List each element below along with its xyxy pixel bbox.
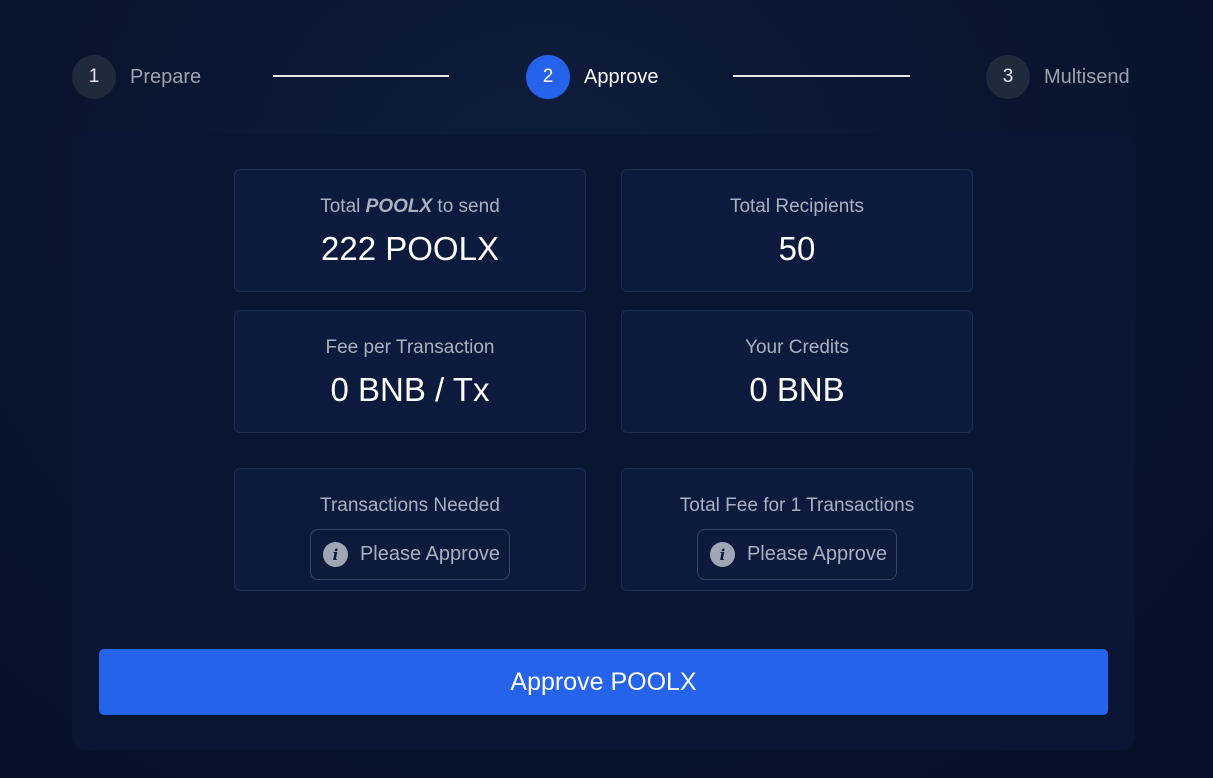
card-value: 50 bbox=[778, 230, 816, 267]
step-number: 3 bbox=[986, 55, 1030, 99]
step-label: Multisend bbox=[1044, 65, 1130, 88]
card-value: 0 BNB bbox=[749, 371, 845, 408]
please-approve-badge: i Please Approve bbox=[309, 529, 511, 580]
step-connector bbox=[733, 75, 910, 77]
total-fee-card: Total Fee for 1 Transactions i Please Ap… bbox=[621, 468, 973, 591]
step-number: 2 bbox=[526, 55, 570, 99]
transactions-needed-card: Transactions Needed i Please Approve bbox=[234, 468, 586, 591]
step-multisend: 3 Multisend bbox=[986, 55, 1130, 99]
stepper: 1 Prepare 2 Approve 3 Multisend bbox=[0, 0, 1213, 140]
please-approve-badge: i Please Approve bbox=[696, 529, 898, 580]
card-label: Total Recipients bbox=[729, 196, 865, 217]
step-prepare: 1 Prepare bbox=[72, 55, 201, 99]
info-icon: i bbox=[322, 542, 348, 567]
step-approve: 2 Approve bbox=[526, 55, 659, 99]
badge-text: Please Approve bbox=[359, 543, 501, 565]
step-connector bbox=[273, 75, 449, 77]
token-symbol: POOLX bbox=[365, 196, 433, 217]
step-number: 1 bbox=[72, 55, 116, 99]
info-icon: i bbox=[709, 542, 735, 567]
step-label: Prepare bbox=[130, 65, 202, 88]
card-value: 0 BNB / Tx bbox=[330, 371, 490, 408]
your-credits-card: Your Credits 0 BNB bbox=[621, 310, 973, 433]
total-to-send-card: Total POOLX to send 222 POOLX bbox=[234, 169, 586, 292]
card-label: Total POOLX to send bbox=[320, 196, 500, 217]
approve-button[interactable]: Approve POOLX bbox=[99, 649, 1108, 715]
card-label: Total Fee for 1 Transactions bbox=[679, 495, 915, 516]
card-value: 222 POOLX bbox=[321, 230, 499, 267]
total-recipients-card: Total Recipients 50 bbox=[621, 169, 973, 292]
approve-panel: Total POOLX to send 222 POOLX Total Reci… bbox=[72, 134, 1135, 750]
fee-per-transaction-card: Fee per Transaction 0 BNB / Tx bbox=[234, 310, 586, 433]
step-label: Approve bbox=[584, 65, 659, 88]
card-label: Fee per Transaction bbox=[325, 337, 495, 358]
badge-text: Please Approve bbox=[746, 543, 888, 565]
card-label: Transactions Needed bbox=[320, 495, 500, 516]
card-label: Your Credits bbox=[745, 337, 849, 358]
